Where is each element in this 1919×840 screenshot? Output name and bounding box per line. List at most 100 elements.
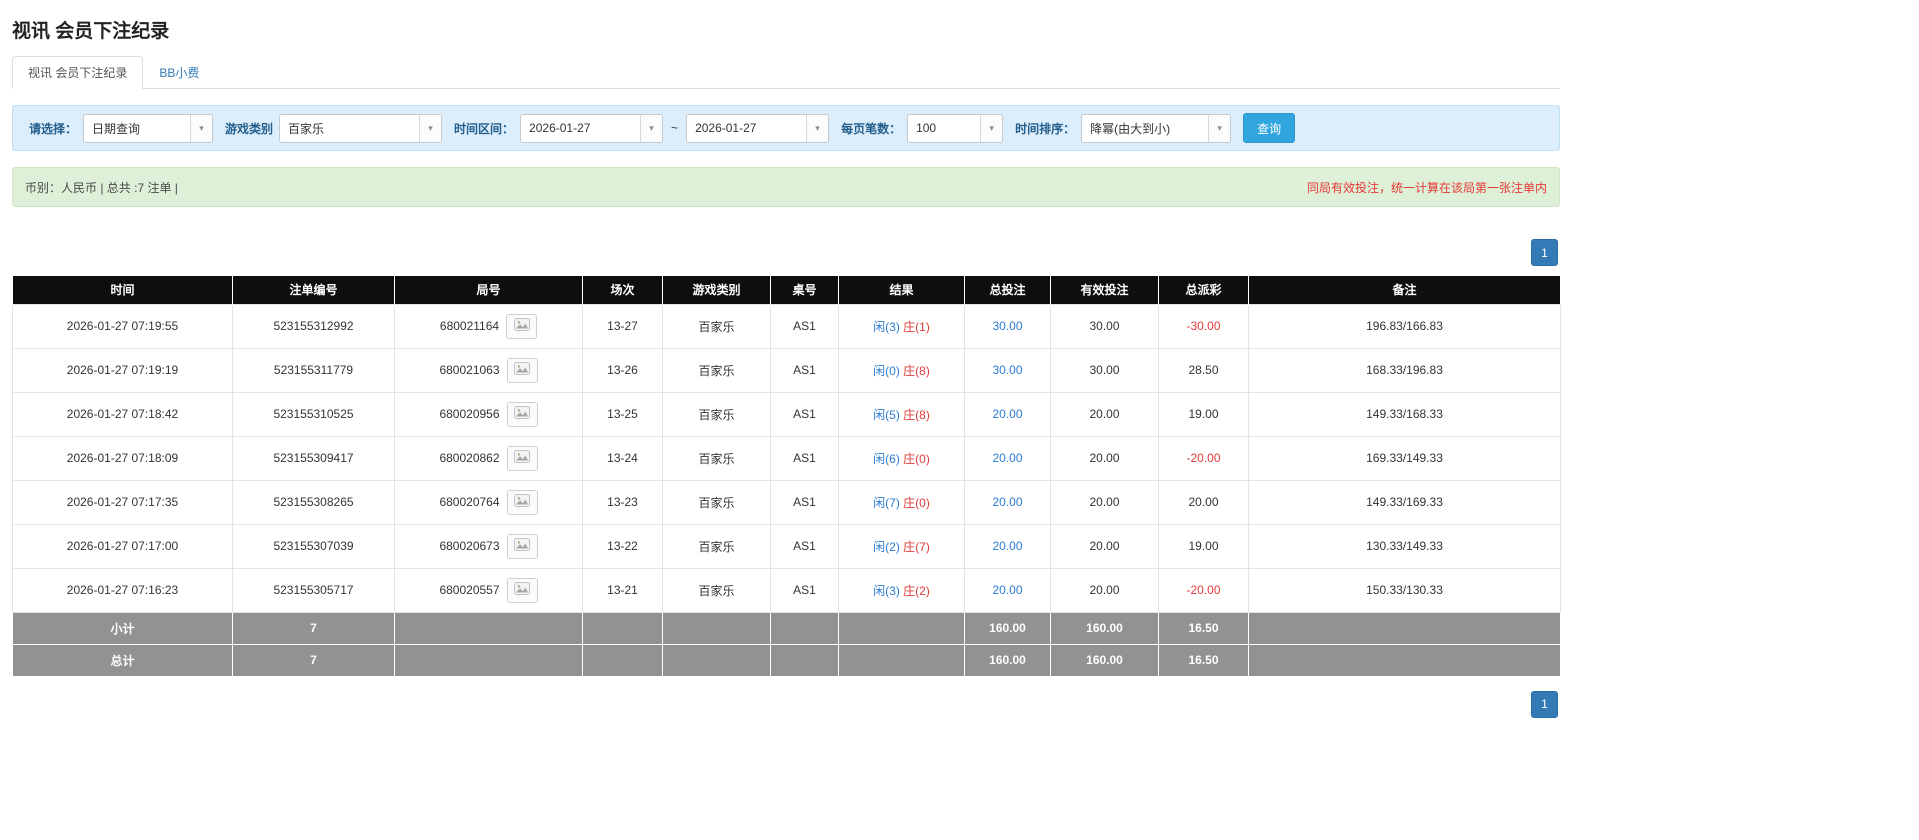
chevron-down-icon: ▾ [980,114,1003,142]
filter-bar: 请选择： 日期查询 ▾ 游戏类别 百家乐 ▾ 时间区间： 2026-01-27 … [12,105,1560,151]
result-banker: 庄(0) [903,495,930,510]
col-round-id: 局号 [394,276,583,304]
date-from-select[interactable]: 2026-01-27 ▾ [520,113,664,143]
sort-select[interactable]: 降幂(由大到小) ▾ [1081,113,1232,143]
cell-total-bet: 30.00 [964,347,1051,393]
video-replay-button[interactable] [506,445,538,471]
date-from-value: 2026-01-27 [529,121,591,135]
chevron-down-icon: ▾ [1208,114,1231,142]
cell-bet-id: 523155307039 [232,523,395,569]
page-button-1[interactable]: 1 [1531,690,1558,718]
table-row: 2026-01-27 07:19:55 523155312992 6800211… [12,303,1561,349]
total-bet-link[interactable]: 30.00 [992,319,1022,333]
page-button-1[interactable]: 1 [1531,239,1558,266]
table-row: 2026-01-27 07:19:19 523155311779 6800210… [12,347,1561,393]
subtotal-total-bet: 160.00 [964,611,1051,645]
game-type-select[interactable]: 百家乐 ▾ [279,113,443,143]
round-id-value: 680020673 [439,539,500,553]
table-row: 2026-01-27 07:18:42 523155310525 6800209… [12,391,1561,437]
page-title: 视讯 会员下注纪录 [12,21,170,42]
cell-payout: 28.50 [1158,347,1249,393]
cell-payout: -20.00 [1158,435,1249,481]
cell-remark: 150.33/130.33 [1248,567,1561,613]
col-valid-bet: 有效投注 [1050,276,1159,304]
col-table-no: 桌号 [770,276,839,304]
video-replay-button[interactable] [506,357,538,383]
subtotal-valid-bet: 160.00 [1050,611,1159,645]
cell-round-id: 680020764 [394,479,583,525]
cell-remark: 196.83/166.83 [1248,303,1561,349]
total-bet-link[interactable]: 30.00 [992,363,1022,377]
total-bet-link[interactable]: 20.00 [992,583,1022,597]
result-banker: 庄(7) [903,539,930,554]
cell-time: 2026-01-27 07:16:23 [12,567,233,613]
query-type-select[interactable]: 日期查询 ▾ [83,113,214,143]
table-header-row: 时间 注单编号 局号 场次 游戏类别 桌号 结果 总投注 有效投注 总派彩 备注 [12,276,1561,304]
query-button[interactable]: 查询 [1243,113,1296,143]
cell-remark: 149.33/168.33 [1248,391,1561,437]
result-banker: 庄(0) [903,451,930,466]
subtotal-count: 7 [232,611,395,645]
chevron-down-icon: ▾ [419,114,442,142]
cell-valid-bet: 20.00 [1050,435,1159,481]
cell-valid-bet: 30.00 [1050,303,1159,349]
cell-time: 2026-01-27 07:18:09 [12,435,233,481]
date-to-select[interactable]: 2026-01-27 ▾ [686,113,830,143]
cell-result: 闲(6) 庄(0) [838,435,965,481]
cell-time: 2026-01-27 07:19:55 [12,303,233,349]
cell-session: 13-21 [582,567,663,613]
tab-betting-records[interactable]: 视讯 会员下注纪录 [12,56,144,89]
col-payout: 总派彩 [1158,276,1249,304]
summary-currency-total: 币别：人民币 | 总共 :7 注单 | [25,180,178,195]
game-type-label: 游戏类别 [225,121,274,136]
cell-table-no: AS1 [770,523,839,569]
result-player: 闲(3) [873,319,900,334]
result-player: 闲(0) [873,363,900,378]
total-bet-link[interactable]: 20.00 [992,451,1022,465]
cell-bet-id: 523155305717 [232,567,395,613]
tab-bb-tip[interactable]: BB小费 [143,56,215,89]
pagination-bottom: 1 [12,690,1558,718]
subtotal-label: 小计 [12,611,233,645]
total-label: 总计 [12,643,233,677]
col-result: 结果 [838,276,965,304]
video-replay-button[interactable] [506,577,538,603]
cell-total-bet: 30.00 [964,303,1051,349]
sort-label: 时间排序： [1015,121,1076,136]
cell-payout: 19.00 [1158,523,1249,569]
table-row: 2026-01-27 07:17:35 523155308265 6800207… [12,479,1561,525]
col-bet-id: 注单编号 [232,276,395,304]
total-total-bet: 160.00 [964,643,1051,677]
cell-time: 2026-01-27 07:17:35 [12,479,233,525]
video-replay-button[interactable] [506,533,538,559]
video-icon [514,450,531,466]
video-replay-button[interactable] [506,489,538,515]
date-to-value: 2026-01-27 [695,121,757,135]
chevron-down-icon: ▾ [806,114,829,142]
query-type-label: 请选择： [29,121,78,136]
sort-value: 降幂(由大到小) [1090,121,1171,136]
cell-round-id: 680020956 [394,391,583,437]
cell-remark: 169.33/149.33 [1248,435,1561,481]
cell-table-no: AS1 [770,303,839,349]
cell-table-no: AS1 [770,479,839,525]
cell-table-no: AS1 [770,435,839,481]
cell-valid-bet: 20.00 [1050,567,1159,613]
video-replay-button[interactable] [506,313,538,339]
cell-total-bet: 20.00 [964,391,1051,437]
page-container: 视讯 会员下注纪录 视讯 会员下注纪录 BB小费 请选择： 日期查询 ▾ 游戏类… [12,16,1561,718]
total-payout: 16.50 [1158,643,1249,677]
total-valid-bet: 160.00 [1050,643,1159,677]
video-replay-button[interactable] [506,401,538,427]
page-size-select[interactable]: 100 ▾ [907,113,1004,143]
total-bet-link[interactable]: 20.00 [992,539,1022,553]
cell-game-type: 百家乐 [662,391,771,437]
cell-table-no: AS1 [770,391,839,437]
total-bet-link[interactable]: 20.00 [992,407,1022,421]
result-banker: 庄(8) [903,407,930,422]
result-banker: 庄(1) [903,319,930,334]
cell-valid-bet: 20.00 [1050,523,1159,569]
total-bet-link[interactable]: 20.00 [992,495,1022,509]
cell-total-bet: 20.00 [964,435,1051,481]
col-session: 场次 [582,276,663,304]
